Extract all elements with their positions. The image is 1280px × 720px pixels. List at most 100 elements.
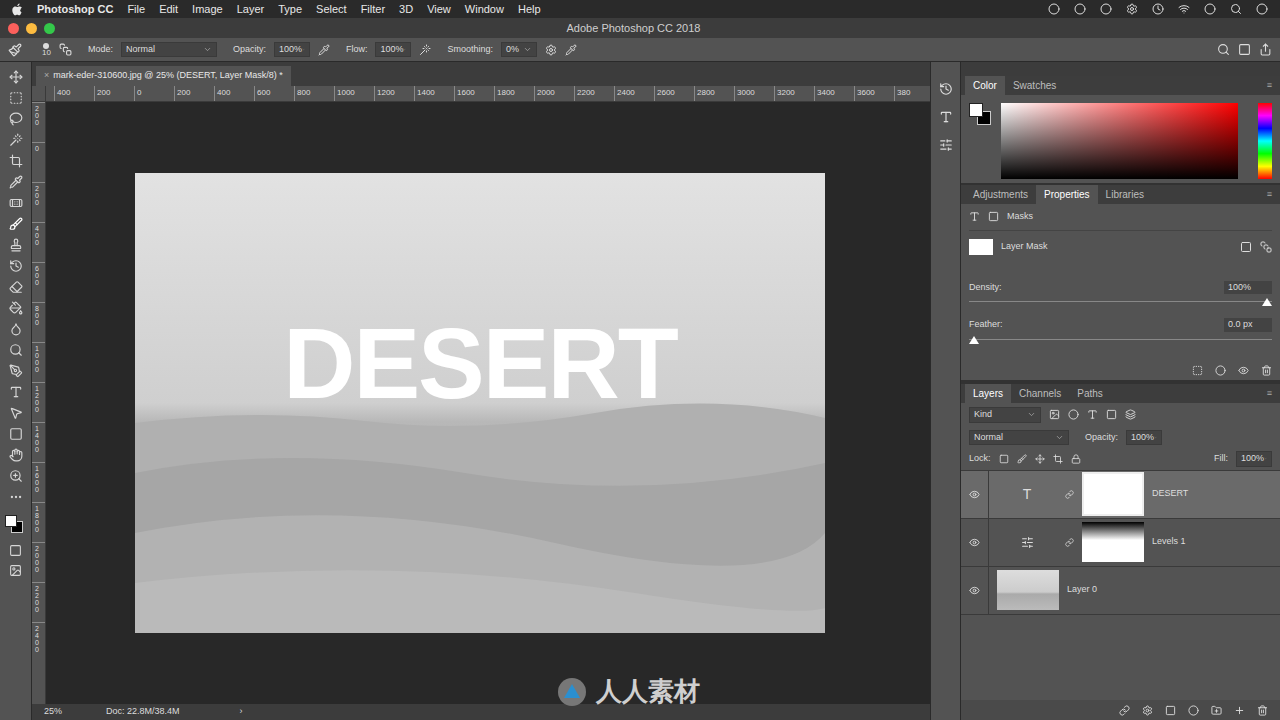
dropdown[interactable]: 100% <box>274 42 310 58</box>
pressure-opacity-icon[interactable] <box>318 44 330 56</box>
paragraph-panel-icon[interactable] <box>939 138 953 152</box>
panel-tab[interactable]: Adjustments <box>965 185 1036 204</box>
menu-item[interactable]: Help <box>518 1 541 18</box>
color-swatches[interactable] <box>5 515 27 537</box>
panel-tab[interactable]: Layers <box>965 384 1011 403</box>
healing-tool-icon[interactable] <box>9 196 23 210</box>
panel-tab[interactable]: Properties <box>1036 185 1098 204</box>
menu-item[interactable]: Filter <box>361 1 385 18</box>
minimize-button[interactable] <box>26 23 37 34</box>
layer-action-icon[interactable] <box>1119 705 1130 716</box>
hand-tool-icon[interactable] <box>9 448 23 462</box>
toggle-mask-icon[interactable] <box>1238 365 1249 376</box>
brush-panel-icon[interactable] <box>59 43 72 56</box>
lasso-tool-icon[interactable] <box>9 112 23 126</box>
eyedropper-tool-icon[interactable] <box>9 175 23 189</box>
slider-track[interactable] <box>969 298 1272 306</box>
menu-app[interactable]: Photoshop CC <box>37 1 113 18</box>
zoom-field[interactable]: 25% <box>44 705 62 719</box>
slider-value[interactable]: 0.0 px <box>1224 318 1272 332</box>
canvas-image[interactable]: DESERT <box>135 173 825 633</box>
dodge-tool-icon[interactable] <box>9 343 23 357</box>
slider-value[interactable]: 100% <box>1224 281 1272 295</box>
smoothing-settings-icon[interactable] <box>545 44 557 56</box>
rectangle-tool-icon[interactable] <box>9 427 23 441</box>
menu-item[interactable]: View <box>427 1 451 18</box>
layer-thumb[interactable] <box>997 570 1059 610</box>
layer-action-icon[interactable] <box>1165 705 1176 716</box>
dropdown[interactable]: 100% <box>375 42 411 58</box>
layer-row[interactable]: Levels 1 <box>961 519 1280 567</box>
panel-tab[interactable]: Channels <box>1011 384 1069 403</box>
gradient-tool-icon[interactable] <box>9 301 23 315</box>
layer-action-icon[interactable] <box>1188 705 1199 716</box>
delete-mask-icon[interactable] <box>1261 365 1272 376</box>
filter-icon[interactable] <box>1125 409 1136 420</box>
panel-menu-icon[interactable]: ≡ <box>1267 188 1272 202</box>
dropdown[interactable]: 100% <box>1126 430 1162 446</box>
dropdown[interactable]: 0% <box>501 42 537 58</box>
crop-tool-icon[interactable] <box>9 154 23 168</box>
airbrush-icon[interactable] <box>419 44 431 56</box>
pen-tool-icon[interactable] <box>9 364 23 378</box>
more-tools-icon[interactable] <box>9 490 23 504</box>
lock-icon[interactable] <box>999 454 1009 464</box>
quick-mask-icon[interactable] <box>9 544 22 557</box>
dropdown[interactable]: 100% <box>1236 451 1272 467</box>
visibility-icon[interactable] <box>969 585 980 596</box>
color-field[interactable] <box>1001 103 1238 179</box>
character-panel-icon[interactable] <box>939 110 953 124</box>
menu-item[interactable]: Image <box>192 1 223 18</box>
layer-mask-thumb[interactable] <box>1082 522 1144 562</box>
layer-action-icon[interactable] <box>1234 705 1245 716</box>
visibility-icon[interactable] <box>969 537 980 548</box>
panel-tab[interactable]: Color <box>965 76 1005 95</box>
filter-icon[interactable] <box>1106 409 1117 420</box>
filter-icon[interactable] <box>1068 409 1079 420</box>
layer-action-icon[interactable] <box>1257 705 1268 716</box>
search-icon[interactable] <box>1217 43 1230 56</box>
marquee-tool-icon[interactable] <box>9 91 23 105</box>
filter-icon[interactable] <box>1049 409 1060 420</box>
move-tool-icon[interactable] <box>9 70 23 84</box>
fg-bg-colors[interactable] <box>969 103 993 127</box>
layer-row[interactable]: TDESERT <box>961 471 1280 519</box>
slider-track[interactable] <box>969 336 1272 344</box>
panel-tab[interactable]: Paths <box>1069 384 1111 403</box>
dropdown[interactable]: Normal <box>969 430 1069 446</box>
lock-icon[interactable] <box>1053 454 1063 464</box>
menu-item[interactable]: Select <box>316 1 347 18</box>
close-button[interactable] <box>8 23 19 34</box>
history-panel-icon[interactable] <box>939 82 953 96</box>
blur-tool-icon[interactable] <box>9 322 23 336</box>
tool-preset-icon[interactable] <box>8 43 22 57</box>
document-tab[interactable]: ×mark-eder-310600.jpg @ 25% (DESERT, Lay… <box>36 66 291 86</box>
menu-item[interactable]: Layer <box>237 1 265 18</box>
workspace-icon[interactable] <box>1238 43 1251 56</box>
load-selection-icon[interactable] <box>1192 365 1203 376</box>
menu-item[interactable]: File <box>127 1 145 18</box>
lock-icon[interactable] <box>1017 454 1027 464</box>
zoom-tool-icon[interactable] <box>9 469 23 483</box>
stamp-tool-icon[interactable] <box>9 238 23 252</box>
brush-size[interactable]: 10 <box>42 43 51 57</box>
panel-tab[interactable]: Swatches <box>1005 76 1064 95</box>
filter-icon[interactable] <box>1087 409 1098 420</box>
lock-icon[interactable] <box>1071 454 1081 464</box>
visibility-icon[interactable] <box>969 489 980 500</box>
layer-action-icon[interactable] <box>1142 705 1153 716</box>
vector-mask-icon[interactable] <box>1260 241 1272 253</box>
menu-item[interactable]: Window <box>465 1 504 18</box>
menu-item[interactable]: 3D <box>399 1 413 18</box>
lock-icon[interactable] <box>1035 454 1045 464</box>
menu-item[interactable]: Edit <box>159 1 178 18</box>
screen-mode-icon[interactable] <box>9 564 22 577</box>
menu-item[interactable]: Type <box>278 1 302 18</box>
history-brush-tool-icon[interactable] <box>9 259 23 273</box>
brush-tool-icon[interactable] <box>9 217 23 231</box>
panel-menu-icon[interactable]: ≡ <box>1267 79 1272 93</box>
type-tool-icon[interactable] <box>9 385 23 399</box>
layer-row[interactable]: Layer 0 <box>961 567 1280 615</box>
hue-slider[interactable] <box>1258 103 1272 179</box>
share-icon[interactable] <box>1259 43 1272 56</box>
